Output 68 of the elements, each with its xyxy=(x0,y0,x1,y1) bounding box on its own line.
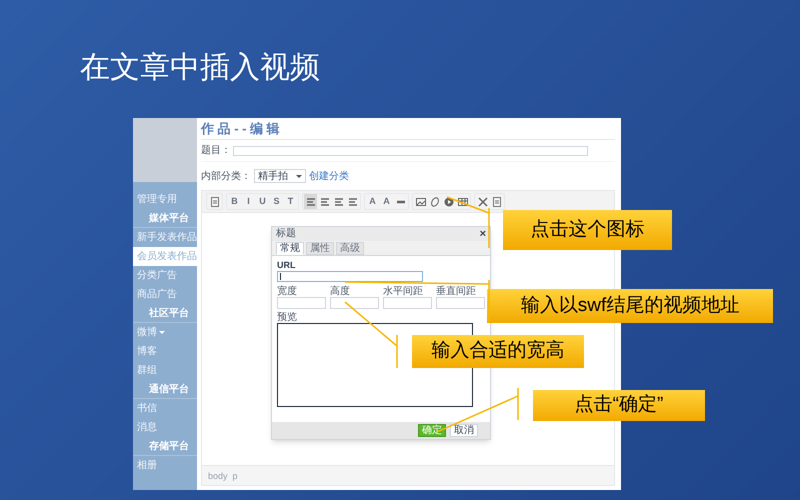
sidebar-heading: 通信平台 xyxy=(133,380,197,399)
table-icon xyxy=(456,196,468,208)
page-heading: 作 品 - - 编 辑 xyxy=(201,118,615,140)
sidebar-item[interactable]: 相册 xyxy=(133,456,197,475)
dialog-tab[interactable]: 高级 xyxy=(336,242,364,255)
text-cursor xyxy=(280,273,281,280)
size-input[interactable] xyxy=(330,297,379,309)
align-left-icon xyxy=(304,196,316,208)
format-button[interactable]: A xyxy=(380,194,393,209)
size-input[interactable] xyxy=(383,297,432,309)
document-icon xyxy=(490,196,502,208)
sidebar-heading: 媒体平台 xyxy=(133,209,197,228)
format-button[interactable]: I xyxy=(242,194,255,209)
format-button[interactable]: S xyxy=(270,194,283,209)
callout-label: 点击这个图标 xyxy=(503,210,672,250)
sidebar-item[interactable]: 消息 xyxy=(133,418,197,437)
field-label: 内部分类： xyxy=(201,170,251,184)
sidebar-item[interactable]: 分类广告 xyxy=(133,266,197,285)
category-dropdown[interactable]: 精手拍 xyxy=(254,169,306,183)
dialog-tab[interactable]: 常规 xyxy=(276,242,304,255)
field-label: 宽度 xyxy=(277,286,297,297)
align-left-icon xyxy=(332,196,344,208)
format-button[interactable]: A xyxy=(366,194,379,209)
slide-title: 在文章中插入视频 xyxy=(80,50,320,86)
field-label: 垂直间距 xyxy=(436,286,476,297)
dialog-button[interactable]: 确定 xyxy=(418,424,446,437)
title-input[interactable] xyxy=(233,146,588,156)
align-left-icon xyxy=(346,196,358,208)
callout-label: 输入以swf结尾的视频地址 xyxy=(487,289,773,323)
play-icon xyxy=(442,196,454,208)
toolbar-button[interactable] xyxy=(304,194,317,209)
caret-icon xyxy=(296,174,302,178)
field-label: 水平间距 xyxy=(383,286,423,297)
dialog-tab[interactable]: 属性 xyxy=(306,242,334,255)
field-label: 预览 xyxy=(277,312,297,323)
sidebar-item[interactable]: 管理专用 xyxy=(133,190,197,209)
toolbar-button[interactable] xyxy=(490,194,503,209)
field-label: URL xyxy=(277,260,296,271)
sidebar-item[interactable]: 书信 xyxy=(133,399,197,418)
sidebar-item[interactable]: 会员发表作品 xyxy=(133,247,197,266)
expand-icon xyxy=(476,196,488,208)
field-label: 题目： xyxy=(201,144,231,158)
sidebar-item[interactable]: 博客 xyxy=(133,342,197,361)
element-path: body p xyxy=(202,465,614,485)
sidebar-item[interactable]: 新手发表作品 xyxy=(133,228,197,247)
sidebar-item[interactable]: 微博 xyxy=(133,323,197,342)
sidebar-heading: 存储平台 xyxy=(133,437,197,456)
url-input[interactable] xyxy=(277,271,423,282)
callout-label: 输入合适的宽高 xyxy=(412,335,584,368)
sidebar-heading: 社区平台 xyxy=(133,304,197,323)
format-button[interactable]: U xyxy=(256,194,269,209)
caret-icon xyxy=(159,331,165,334)
format-button[interactable]: T xyxy=(284,194,297,209)
create-category-link[interactable]: 创建分类 xyxy=(309,168,349,184)
field-label: 高度 xyxy=(330,286,350,297)
format-button[interactable]: B xyxy=(228,194,241,209)
dialog-title: 标题 xyxy=(276,227,296,241)
paperclip-icon xyxy=(428,196,440,208)
align-left-icon xyxy=(318,196,330,208)
sidebar-item[interactable]: 群组 xyxy=(133,361,197,380)
image-icon xyxy=(414,196,426,208)
close-button[interactable]: × xyxy=(480,227,486,241)
callout-label: 点击“确定” xyxy=(533,390,705,421)
photo-placeholder xyxy=(133,118,197,182)
dialog-button[interactable]: 取消 xyxy=(450,424,478,437)
sidebar-item[interactable]: 商品广告 xyxy=(133,285,197,304)
size-input[interactable] xyxy=(436,297,485,309)
size-input[interactable] xyxy=(277,297,326,309)
